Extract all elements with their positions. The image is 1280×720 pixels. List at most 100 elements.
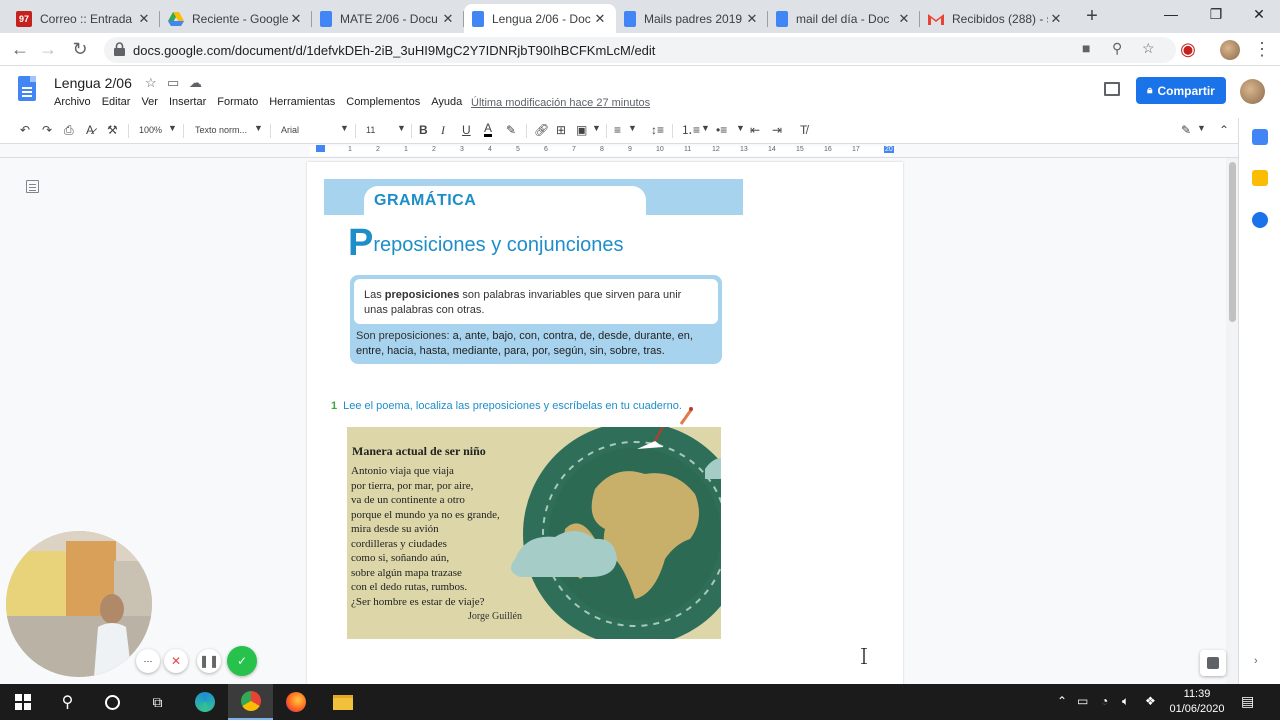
move-folder-icon[interactable]: ▭ <box>167 75 179 91</box>
tab-mate[interactable]: MATE 2/06 - Docu ✕ <box>312 4 464 33</box>
search-icon[interactable]: ⚲ <box>45 684 90 720</box>
menu-formato[interactable]: Formato <box>217 96 258 108</box>
vertical-scrollbar[interactable] <box>1226 158 1238 684</box>
insert-image-icon[interactable]: ▣ <box>576 122 587 138</box>
link-icon[interactable]: 🔗︎ <box>534 122 549 138</box>
style-select[interactable]: Texto norm... <box>195 122 247 138</box>
calendar-icon[interactable] <box>1252 129 1268 145</box>
finish-check-icon[interactable]: ✓ <box>227 646 257 676</box>
back-arrow-icon[interactable]: ← <box>8 38 32 62</box>
battery-icon[interactable]: ▭ <box>1077 694 1088 708</box>
paint-format-icon[interactable]: ⚒ <box>107 122 118 138</box>
font-select[interactable]: Arial <box>281 122 299 138</box>
task-view-icon[interactable]: ⧉ <box>135 684 180 720</box>
explore-button[interactable] <box>1200 650 1226 676</box>
menu-herramientas[interactable]: Herramientas <box>269 96 335 108</box>
menu-ver[interactable]: Ver <box>141 96 158 108</box>
increase-indent-icon[interactable]: ⇥ <box>772 122 782 138</box>
highlight-icon[interactable]: ✎ <box>506 122 516 138</box>
close-tab-icon[interactable]: ✕ <box>1048 11 1064 27</box>
webcam-bubble[interactable] <box>6 531 152 677</box>
add-comment-icon[interactable]: ⊞ <box>556 122 566 138</box>
tasks-icon[interactable] <box>1252 212 1268 228</box>
close-tab-icon[interactable]: ✕ <box>744 11 760 27</box>
print-icon[interactable]: ⎙ <box>64 122 74 138</box>
tab-correo[interactable]: 97 Correo :: Entrada ✕ <box>8 4 160 33</box>
undo-icon[interactable]: ↶ <box>20 122 30 138</box>
notifications-icon[interactable]: ▤ <box>1241 693 1254 710</box>
document-outline-icon[interactable] <box>26 180 39 193</box>
browser-menu-icon[interactable]: ⋮ <box>1250 38 1274 62</box>
tab-mail-del-dia[interactable]: mail del día - Doc ✕ <box>768 4 920 33</box>
numbered-list-icon[interactable]: ⒈≡ <box>681 122 700 138</box>
editing-mode-icon[interactable]: ✎ <box>1181 122 1191 138</box>
minimize-button[interactable]: — <box>1148 4 1194 26</box>
close-tab-icon[interactable]: ✕ <box>288 11 304 27</box>
volume-icon[interactable]: 🔈︎ <box>1122 694 1129 709</box>
chrome-icon[interactable] <box>228 684 273 720</box>
forward-arrow-icon[interactable]: → <box>36 38 60 62</box>
close-tab-icon[interactable]: ✕ <box>896 11 912 27</box>
reload-icon[interactable]: ↻ <box>68 38 92 62</box>
ruler[interactable]: 1 2 1 2 3 4 5 6 7 8 9 10 11 12 13 14 15 … <box>0 144 1238 158</box>
menu-insertar[interactable]: Insertar <box>169 96 206 108</box>
menu-complementos[interactable]: Complementos <box>346 96 420 108</box>
tab-recibidos[interactable]: Recibidos (288) - s ✕ <box>920 4 1072 33</box>
restore-button[interactable]: ❐ <box>1193 4 1239 26</box>
profile-avatar[interactable] <box>1218 38 1242 62</box>
taskbar-clock[interactable]: 11:39 01/06/2020 <box>1164 687 1230 717</box>
align-left-icon[interactable]: ≡ <box>614 122 621 138</box>
new-tab-button[interactable]: + <box>1080 5 1104 29</box>
file-explorer-icon[interactable] <box>320 684 365 720</box>
close-tab-icon[interactable]: ✕ <box>440 11 456 27</box>
star-icon[interactable]: ☆ <box>145 75 157 91</box>
indent-marker[interactable] <box>316 145 325 152</box>
chevron-right-icon[interactable]: › <box>1254 655 1258 667</box>
stop-recording-icon[interactable]: ✕ <box>164 649 188 673</box>
keep-icon[interactable] <box>1252 170 1268 186</box>
zoom-icon[interactable]: ⚲ <box>1112 40 1122 57</box>
dropbox-icon[interactable]: ❖ <box>1145 694 1156 708</box>
ruler-number[interactable]: 20 <box>884 146 894 153</box>
zoom-select[interactable]: 100% <box>139 122 162 138</box>
comment-icon[interactable] <box>1104 82 1120 96</box>
scrollbar-thumb[interactable] <box>1229 162 1236 322</box>
avatar[interactable] <box>1240 79 1265 104</box>
firefox-icon[interactable] <box>273 684 318 720</box>
tab-mails-padres[interactable]: Mails padres 2019 ✕ <box>616 4 768 33</box>
collapse-menu-icon[interactable]: ⌃ <box>1219 122 1229 138</box>
bookmark-star-icon[interactable]: ☆ <box>1142 40 1155 57</box>
document-title[interactable]: Lengua 2/06 <box>54 75 132 91</box>
menu-archivo[interactable]: Archivo <box>54 96 91 108</box>
decrease-indent-icon[interactable]: ⇤ <box>750 122 760 138</box>
menu-editar[interactable]: Editar <box>102 96 131 108</box>
address-bar[interactable]: docs.google.com/document/d/1defvkDEh-2iB… <box>104 37 1176 63</box>
windows-start-icon[interactable] <box>0 684 45 720</box>
wifi-icon[interactable]: ◔ <box>1101 694 1108 708</box>
pause-icon[interactable]: ❚❚ <box>197 649 221 673</box>
italic-icon[interactable]: I <box>441 122 445 138</box>
menu-ayuda[interactable]: Ayuda <box>431 96 462 108</box>
bulleted-list-icon[interactable]: •≡ <box>716 122 727 138</box>
font-size-select[interactable]: 11 <box>366 122 375 138</box>
docs-logo-icon[interactable] <box>18 76 36 101</box>
document-page[interactable]: GRAMÁTICA Preposiciones y conjunciones L… <box>307 162 903 684</box>
cortana-icon[interactable] <box>90 684 135 720</box>
camera-icon[interactable]: ■ <box>1082 40 1090 56</box>
tab-lengua[interactable]: Lengua 2/06 - Doc ✕ <box>464 4 616 33</box>
more-options-icon[interactable]: ··· <box>136 649 160 673</box>
close-tab-icon[interactable]: ✕ <box>136 11 152 27</box>
tab-reciente[interactable]: Reciente - Google ✕ <box>160 4 312 33</box>
close-tab-icon[interactable]: ✕ <box>592 11 608 27</box>
bold-icon[interactable]: B <box>419 122 428 138</box>
share-button[interactable]: 🔒︎ Compartir <box>1136 77 1226 104</box>
edge-icon[interactable] <box>182 684 227 720</box>
close-window-button[interactable]: ✕ <box>1236 4 1280 26</box>
text-color-icon[interactable]: A <box>484 122 493 137</box>
last-edit-link[interactable]: Última modificación hace 27 minutos <box>471 97 650 109</box>
extension-icon[interactable]: ◉ <box>1176 38 1200 62</box>
line-spacing-icon[interactable]: ↕≡ <box>651 122 664 138</box>
tray-chevron-up-icon[interactable]: ⌃ <box>1057 694 1067 708</box>
underline-icon[interactable]: U <box>462 122 471 138</box>
spellcheck-icon[interactable]: A̷ <box>86 122 94 138</box>
